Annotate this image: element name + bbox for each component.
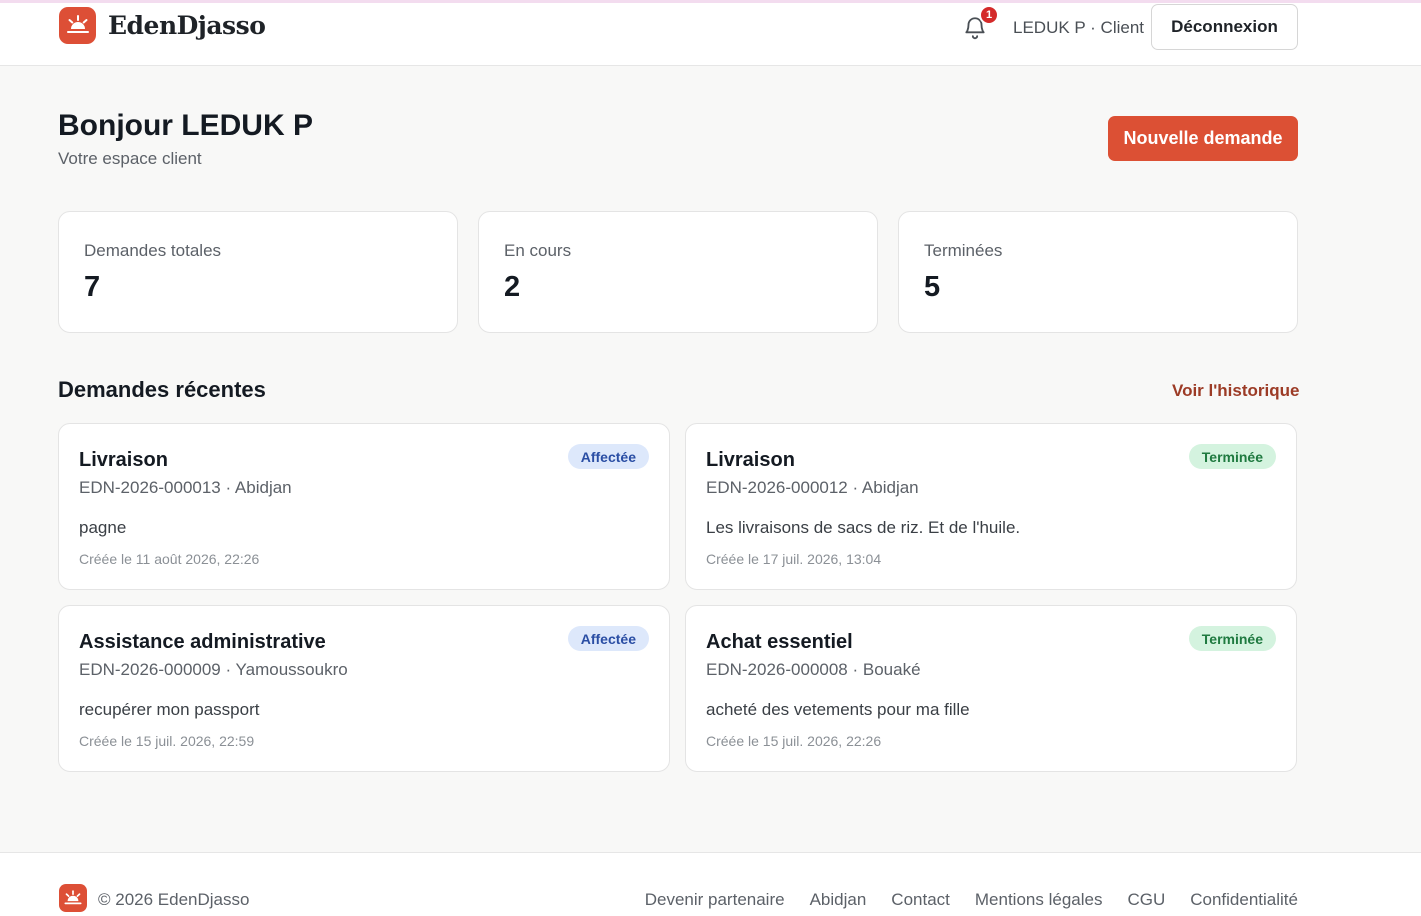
status-badge: Affectée [567, 626, 649, 651]
request-title: Livraison [79, 449, 168, 471]
stat-label: Demandes totales [84, 241, 222, 260]
stat-value: 7 [84, 271, 101, 303]
request-card[interactable]: Assistance administrative Affectée EDN-2… [58, 605, 670, 772]
status-badge: Terminée [1188, 444, 1276, 469]
sun-icon [59, 6, 96, 44]
footer-link-cgu[interactable]: CGU [1127, 890, 1165, 910]
brand-name: EdenDjasso [108, 10, 266, 40]
status-badge: Terminée [1188, 626, 1276, 651]
stat-value: 5 [924, 271, 941, 303]
request-reference: EDN-2026-000012 · Abidjan [706, 478, 919, 497]
top-header: EdenDjasso 1 LEDUK P · Client Déconnexio… [0, 3, 1421, 66]
footer-link-contact[interactable]: Contact [891, 890, 950, 910]
request-date: Créée le 15 juil. 2026, 22:26 [706, 733, 882, 749]
request-description: Les livraisons de sacs de riz. Et de l'h… [706, 518, 1021, 537]
request-description: pagne [79, 518, 127, 537]
stat-label: En cours [504, 241, 572, 260]
logout-button[interactable]: Déconnexion [1151, 4, 1298, 50]
status-badge: Affectée [567, 444, 649, 469]
request-description: recupérer mon passport [79, 700, 260, 719]
request-date: Créée le 17 juil. 2026, 13:04 [706, 551, 882, 567]
request-title: Livraison [706, 449, 795, 471]
user-label: LEDUK P · Client [1013, 18, 1145, 37]
footer-link-abidjan[interactable]: Abidjan [810, 890, 867, 910]
stat-card-completed: Terminées 5 [898, 211, 1298, 333]
request-card[interactable]: Livraison Affectée EDN-2026-000013 · Abi… [58, 423, 670, 590]
brand-link[interactable]: EdenDjasso [59, 5, 266, 45]
recent-requests-title: Demandes récentes [58, 377, 266, 402]
stat-card-total: Demandes totales 7 [58, 211, 458, 333]
footer-link-partner[interactable]: Devenir partenaire [645, 890, 785, 910]
request-date: Créée le 11 août 2026, 22:26 [79, 551, 260, 567]
request-reference: EDN-2026-000009 · Yamoussoukro [79, 660, 348, 679]
request-reference: EDN-2026-000008 · Bouaké [706, 660, 921, 679]
notification-count-badge: 1 [979, 5, 999, 25]
stat-value: 2 [504, 271, 521, 303]
stat-label: Terminées [924, 241, 1003, 260]
page-footer: © 2026 EdenDjasso Devenir partenaire Abi… [0, 852, 1421, 916]
request-reference: EDN-2026-000013 · Abidjan [79, 478, 292, 497]
footer-copyright: © 2026 EdenDjasso [98, 890, 250, 909]
new-request-button[interactable]: Nouvelle demande [1108, 116, 1298, 161]
request-card[interactable]: Livraison Terminée EDN-2026-000012 · Abi… [685, 423, 1297, 590]
request-description: acheté des vetements pour ma fille [706, 700, 970, 719]
request-title: Achat essentiel [706, 631, 853, 653]
footer-link-privacy[interactable]: Confidentialité [1190, 890, 1298, 910]
request-date: Créée le 15 juil. 2026, 22:59 [79, 733, 255, 749]
footer-link-legal[interactable]: Mentions légales [975, 890, 1103, 910]
page-title: Bonjour LEDUK P [58, 109, 313, 142]
stat-card-in-progress: En cours 2 [478, 211, 878, 333]
request-card[interactable]: Achat essentiel Terminée EDN-2026-000008… [685, 605, 1297, 772]
footer-links: Devenir partenaire Abidjan Contact Menti… [645, 890, 1298, 910]
request-title: Assistance administrative [79, 631, 326, 653]
sun-icon [59, 884, 87, 912]
page-subtitle: Votre espace client [58, 149, 202, 168]
history-link[interactable]: Voir l'historique [1172, 381, 1299, 401]
